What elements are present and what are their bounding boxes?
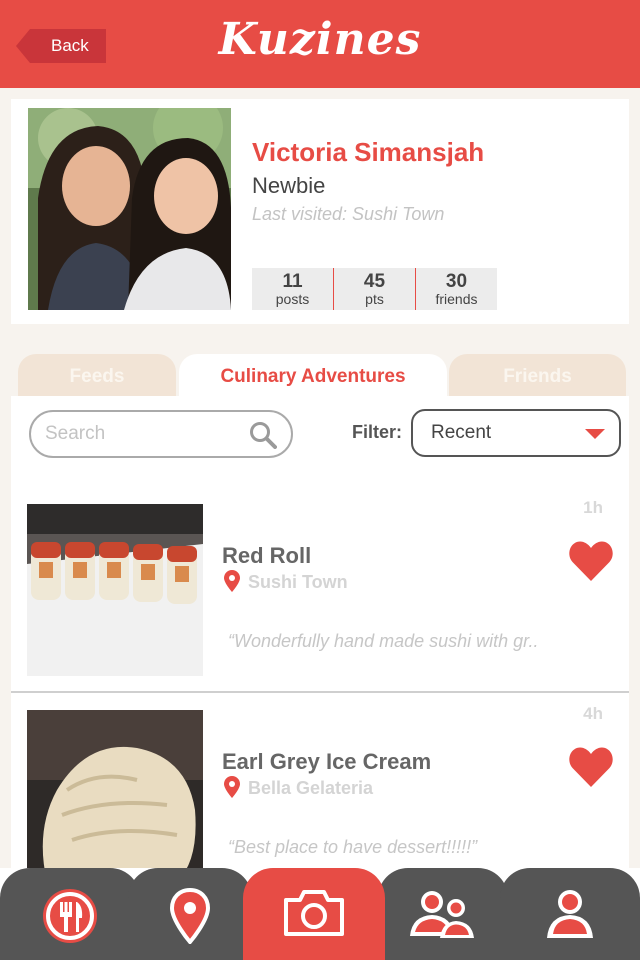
- bottom-nav: [0, 868, 640, 960]
- item-review: “Best place to have dessert!!!!!”: [228, 837, 478, 857]
- item-timestamp: 4h: [583, 704, 603, 723]
- chevron-down-icon: [585, 429, 605, 439]
- stat-posts[interactable]: 11 posts: [252, 268, 333, 310]
- stat-label: friends: [435, 291, 478, 307]
- food-photo: [27, 710, 203, 882]
- friends-icon: [410, 891, 474, 938]
- location-pin-icon: [170, 888, 210, 944]
- item-place[interactable]: Bella Gelateria: [248, 778, 373, 799]
- stat-label: posts: [275, 291, 310, 307]
- profile-photo: [28, 108, 231, 310]
- profile-rank: Newbie: [252, 173, 326, 198]
- item-timestamp: 1h: [583, 498, 603, 517]
- nav-profile[interactable]: [500, 868, 640, 960]
- nav-friends[interactable]: [378, 868, 508, 960]
- profile-icon: [547, 890, 593, 938]
- item-place[interactable]: Sushi Town: [248, 572, 348, 593]
- profile-name: Victoria Simansjah: [252, 137, 485, 167]
- search-icon[interactable]: [249, 421, 277, 449]
- profile-stats: 11 posts 45 pts 30 friends: [252, 268, 497, 310]
- search-input[interactable]: Search: [29, 410, 293, 458]
- item-title[interactable]: Earl Grey Ice Cream: [222, 749, 431, 775]
- heart-icon[interactable]: [569, 747, 613, 787]
- tab-culinary-adventures[interactable]: Culinary Adventures: [179, 354, 447, 400]
- stat-label: pts: [365, 291, 384, 307]
- filter-value: Recent: [431, 422, 492, 443]
- fork-knife-icon: [43, 889, 97, 943]
- camera-icon: [284, 890, 344, 936]
- heart-icon[interactable]: [569, 541, 613, 581]
- location-pin-icon: [224, 570, 240, 592]
- food-photo: [27, 504, 203, 676]
- app-logo: Kuzines: [218, 14, 422, 65]
- stat-value: 11: [282, 271, 303, 292]
- last-visited-text: Last visited: Sushi Town: [252, 204, 445, 224]
- stat-points[interactable]: 45 pts: [333, 268, 415, 310]
- item-review: “Wonderfully hand made sushi with gr..: [228, 631, 539, 651]
- stat-value: 45: [363, 271, 386, 292]
- item-title[interactable]: Red Roll: [222, 543, 311, 569]
- filter-label: Filter:: [352, 422, 403, 442]
- app-header: Back Kuzines: [0, 0, 640, 88]
- profile-card: Victoria Simansjah Newbie Last visited: …: [11, 99, 629, 324]
- nav-camera[interactable]: [243, 868, 385, 960]
- stat-value: 30: [445, 271, 468, 292]
- tab-feeds[interactable]: Feeds: [18, 354, 176, 400]
- tab-friends[interactable]: Friends: [449, 354, 626, 400]
- stat-friends[interactable]: 30 friends: [415, 268, 497, 310]
- location-pin-icon: [224, 776, 240, 798]
- nav-places[interactable]: [128, 868, 252, 960]
- search-placeholder: Search: [45, 423, 106, 444]
- nav-food[interactable]: [0, 868, 140, 960]
- list-item[interactable]: 1h Red Roll Sushi Town “Wonderfully hand…: [11, 488, 629, 693]
- filter-dropdown[interactable]: Recent: [411, 409, 621, 457]
